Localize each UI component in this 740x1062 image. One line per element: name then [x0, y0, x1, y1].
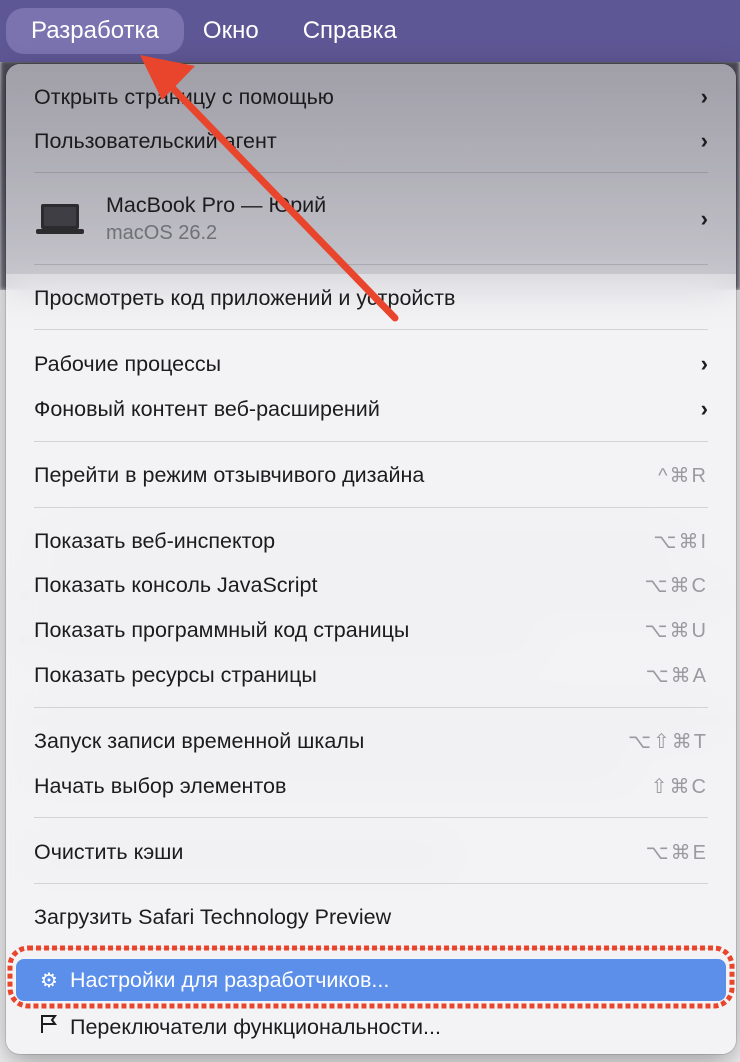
menu-item-show-resources[interactable]: Показать ресурсы страницы ⌥⌘A: [6, 656, 736, 694]
develop-menu: Открыть страницу с помощью › Пользовател…: [6, 64, 736, 1054]
shortcut: ⌥⌘U: [644, 619, 708, 642]
menu-item-responsive-design[interactable]: Перейти в режим отзывчивого дизайна ^⌘R: [6, 456, 736, 494]
menu-item-feature-flags[interactable]: Переключатели функциональности...: [6, 1008, 736, 1046]
menu-item-view-code[interactable]: Просмотреть код приложений и устройств: [6, 279, 736, 317]
shortcut: ⌥⌘A: [645, 664, 708, 687]
menu-item-timeline[interactable]: Запуск записи временной шкалы ⌥⇧⌘T: [6, 722, 736, 760]
menu-item-user-agent[interactable]: Пользовательский агент ›: [6, 122, 736, 160]
shortcut: ⌥⌘C: [644, 574, 708, 597]
menubar-develop[interactable]: Разработка: [6, 8, 184, 54]
menu-item-open-with[interactable]: Открыть страницу с помощью ›: [6, 78, 736, 116]
menu-bar: Разработка Окно Справка: [0, 0, 740, 62]
shortcut: ⌥⌘I: [653, 530, 708, 553]
flag-icon: [34, 1014, 64, 1040]
menu-item-download-stp[interactable]: Загрузить Safari Technology Preview: [6, 898, 736, 936]
shortcut: ⌥⌘E: [645, 841, 708, 864]
menu-item-device[interactable]: MacBook Pro — Юрий macOS 26.2 ›: [6, 184, 736, 254]
menubar-window[interactable]: Окно: [178, 8, 284, 54]
menu-item-background-content[interactable]: Фоновый контент веб-расширений ›: [6, 390, 736, 428]
gear-icon: ⚙: [40, 969, 58, 992]
chevron-right-icon: ›: [700, 206, 708, 231]
menubar-help[interactable]: Справка: [278, 8, 422, 54]
shortcut: ⌥⇧⌘T: [627, 730, 708, 753]
menu-item-show-inspector[interactable]: Показать веб-инспектор ⌥⌘I: [6, 522, 736, 560]
chevron-right-icon: ›: [700, 396, 708, 421]
laptop-icon: [36, 204, 84, 234]
menu-item-show-console[interactable]: Показать консоль JavaScript ⌥⌘C: [6, 566, 736, 604]
shortcut: ⇧⌘C: [650, 775, 708, 798]
menu-item-clear-caches[interactable]: Очистить кэши ⌥⌘E: [6, 833, 736, 871]
menu-item-developer-settings[interactable]: ⚙ Настройки для разработчиков...: [16, 959, 726, 1001]
chevron-right-icon: ›: [700, 351, 708, 376]
chevron-right-icon: ›: [700, 84, 708, 109]
menu-item-select-element[interactable]: Начать выбор элементов ⇧⌘C: [6, 767, 736, 805]
menu-item-show-source[interactable]: Показать программный код страницы ⌥⌘U: [6, 611, 736, 649]
device-name: MacBook Pro — Юрий: [106, 193, 327, 217]
device-os: macOS 26.2: [106, 222, 218, 244]
shortcut: ^⌘R: [658, 464, 708, 487]
menu-item-workflows[interactable]: Рабочие процессы ›: [6, 345, 736, 383]
chevron-right-icon: ›: [700, 128, 708, 153]
